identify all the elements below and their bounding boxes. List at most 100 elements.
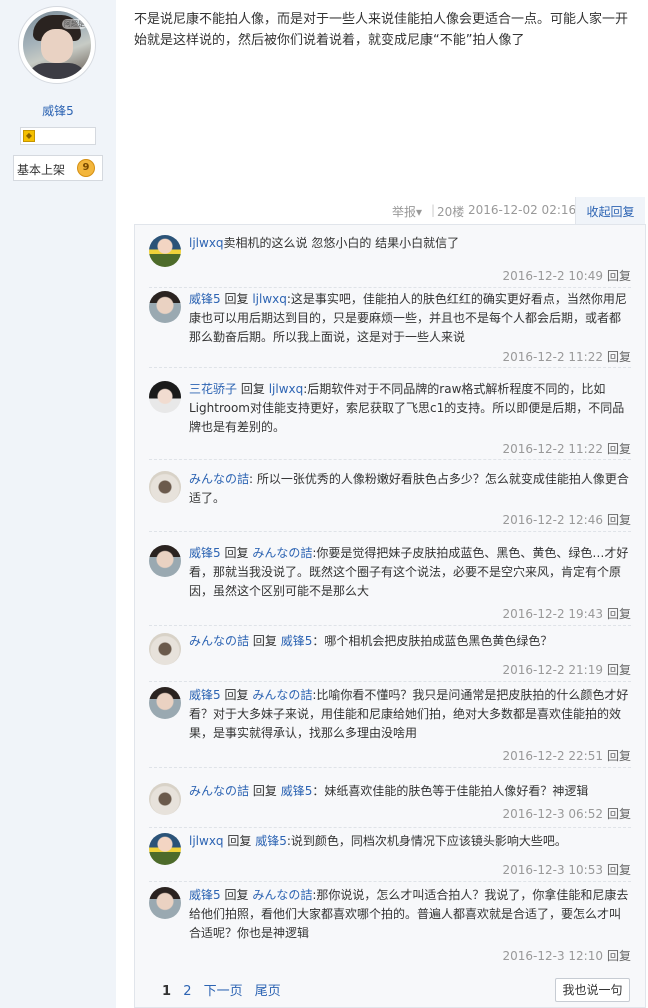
author-avatar[interactable]: 阿超是 (18, 6, 96, 84)
comment-item: 威锋5 回复 みんなの詰:你要是觉得把妹子皮肤拍成蓝色、黑色、黄色、绿色…才好看… (149, 545, 631, 626)
comment-body: 威锋5 回复 みんなの詰:你要是觉得把妹子皮肤拍成蓝色、黑色、黄色、绿色…才好看… (189, 544, 631, 601)
comment-meta: 2016-12-3 12:10 回复 (502, 947, 631, 964)
reply-button[interactable]: 回复 (607, 663, 631, 677)
reply-button[interactable]: 回复 (607, 807, 631, 821)
comment-item: 威锋5 回复 ljlwxq:这是事实吧，佳能拍人的肤色红红的确实更好看点，当然你… (149, 291, 631, 368)
author-name[interactable]: 威锋5 (0, 102, 116, 119)
comment-avatar[interactable] (149, 291, 181, 323)
comment-body: ljlwxq卖相机的这么说 忽悠小白的 结果小白就信了 (189, 234, 631, 253)
comment-avatar[interactable] (149, 545, 181, 577)
comment-meta: 2016-12-2 19:43 回复 (502, 605, 631, 622)
reply-prefix: 回复 (224, 888, 249, 902)
post-date: 2016-12-02 02:16 (468, 203, 577, 217)
comment-body: 三花骄子 回复 ljlwxq:后期软件对于不同品牌的raw格式解析程度不同的，比… (189, 380, 631, 437)
collapse-reply-button[interactable]: 收起回复 (575, 197, 645, 225)
last-page-link[interactable]: 尾页 (255, 984, 281, 999)
reply-prefix: 回复 (224, 546, 249, 560)
comment-item: 威锋5 回复 みんなの詰:比喻你看不懂吗？我只是问通常是把皮肤拍的什么颜色才好看… (149, 687, 631, 768)
comment-avatar[interactable] (149, 687, 181, 719)
comment-time: 2016-12-2 12:46 (502, 513, 603, 527)
comment-user[interactable]: 三花骄子 (189, 382, 237, 396)
floor-number: 20楼 (437, 205, 465, 219)
comment-avatar[interactable] (149, 783, 181, 815)
rank-badge[interactable]: 基本上架 9 (13, 155, 103, 181)
reply-prefix: 回复 (252, 634, 277, 648)
comment-meta: 2016-12-2 22:51 回复 (502, 747, 631, 764)
reply-button[interactable]: 回复 (607, 442, 631, 456)
reply-button[interactable]: 回复 (607, 863, 631, 877)
comment-time: 2016-12-2 11:22 (502, 350, 603, 364)
comment-avatar[interactable] (149, 381, 181, 413)
reply-button[interactable]: 回复 (607, 513, 631, 527)
reply-button[interactable]: 回复 (607, 607, 631, 621)
reply-prefix: 回复 (224, 292, 249, 306)
comment-avatar[interactable] (149, 471, 181, 503)
comment-item: ljlwxq卖相机的这么说 忽悠小白的 结果小白就信了 2016-12-2 10:… (149, 235, 631, 288)
comment-avatar[interactable] (149, 887, 181, 919)
comment-user[interactable]: 威锋5 (189, 888, 221, 902)
comment-user[interactable]: ljlwxq (189, 834, 224, 848)
comment-body: みんなの詰 回复 威锋5：妹纸喜欢佳能的肤色等于佳能拍人像好看？神逻辑 (189, 782, 631, 801)
next-page-link[interactable]: 下一页 (204, 984, 243, 999)
comment-time: 2016-12-2 21:19 (502, 663, 603, 677)
reply-to-user[interactable]: 威锋5 (255, 834, 287, 848)
comment-time: 2016-12-2 10:49 (502, 269, 603, 283)
comment-user[interactable]: 威锋5 (189, 292, 221, 306)
post-content: 不是说尼康不能拍人像，而是对于一些人来说佳能拍人像会更适合一点。可能人家一开始就… (134, 12, 629, 48)
comment-user[interactable]: 威锋5 (189, 546, 221, 560)
reply-to-user[interactable]: みんなの詰 (252, 888, 312, 902)
comment-body: 威锋5 回复 ljlwxq:这是事实吧，佳能拍人的肤色红红的确实更好看点，当然你… (189, 290, 631, 347)
post-tail: 举报▾ | 20楼 2016-12-02 02:16 收起回复 (0, 197, 648, 225)
reply-to-user[interactable]: 威锋5 (281, 634, 313, 648)
reply-button[interactable]: 回复 (607, 350, 631, 364)
reply-to-user[interactable]: みんなの詰 (252, 546, 312, 560)
author-sidebar: 阿超是 威锋5 ◆ 基本上架 9 (0, 0, 116, 1008)
reply-prefix: 回复 (240, 382, 265, 396)
report-link[interactable]: 举报▾ (392, 203, 422, 220)
comment-avatar[interactable] (149, 633, 181, 665)
comment-text: 卖相机的这么说 忽悠小白的 结果小白就信了 (223, 236, 460, 250)
reply-prefix: 回复 (252, 784, 277, 798)
page-2-link[interactable]: 2 (183, 984, 191, 999)
comment-text: : 所以一张优秀的人像粉嫩好看肤色占多少？怎么就变成佳能拍人像更合适了。 (189, 472, 629, 505)
comment-item: みんなの詰 回复 威锋5：哪个相机会把皮肤拍成蓝色黑色黄色绿色？ 2016-12-… (149, 633, 631, 682)
comment-meta: 2016-12-2 11:22 回复 (502, 440, 631, 457)
reply-to-user[interactable]: みんなの詰 (252, 688, 312, 702)
comment-user[interactable]: みんなの詰 (189, 472, 249, 486)
reply-button[interactable]: 回复 (607, 749, 631, 763)
rank-label: 基本上架 (17, 163, 66, 177)
reply-button[interactable]: 回复 (607, 269, 631, 283)
say-something-button[interactable]: 我也说一句 (555, 978, 630, 1002)
comment-meta: 2016-12-3 10:53 回复 (502, 861, 631, 878)
comment-user[interactable]: みんなの詰 (189, 784, 249, 798)
reply-to-user[interactable]: ljlwxq (269, 382, 304, 396)
comment-time: 2016-12-2 11:22 (502, 442, 603, 456)
reply-to-user[interactable]: 威锋5 (281, 784, 313, 798)
comment-user[interactable]: 威锋5 (189, 688, 221, 702)
level-badge[interactable]: ◆ (20, 127, 96, 145)
comment-item: みんなの詰: 所以一张优秀的人像粉嫩好看肤色占多少？怎么就变成佳能拍人像更合适了… (149, 471, 631, 532)
comment-time: 2016-12-3 06:52 (502, 807, 603, 821)
comment-avatar[interactable] (149, 235, 181, 267)
pagination: 1 2 下一页 尾页 (162, 980, 281, 999)
comment-text: ：哪个相机会把皮肤拍成蓝色黑色黄色绿色？ (312, 634, 553, 648)
reply-prefix: 回复 (224, 688, 249, 702)
comment-meta: 2016-12-2 21:19 回复 (502, 661, 631, 678)
avatar-tag: 阿超是 (62, 19, 87, 29)
comment-text: :说到颜色，同档次机身情况下应该镜头影响大些吧。 (286, 834, 567, 848)
divider: | (431, 203, 436, 217)
comment-user[interactable]: ljlwxq (189, 236, 224, 250)
reply-prefix: 回复 (227, 834, 252, 848)
comment-item: 威锋5 回复 みんなの詰:那你说说，怎么才叫适合拍人？我说了，你拿佳能和尼康去给… (149, 887, 631, 967)
avatar-image: 阿超是 (23, 11, 91, 79)
level-icon: ◆ (23, 130, 35, 142)
comment-time: 2016-12-3 12:10 (502, 949, 603, 963)
comment-meta: 2016-12-2 10:49 回复 (502, 267, 631, 284)
comment-item: 三花骄子 回复 ljlwxq:后期软件对于不同品牌的raw格式解析程度不同的，比… (149, 381, 631, 460)
reply-to-user[interactable]: ljlwxq (252, 292, 287, 306)
comment-item: みんなの詰 回复 威锋5：妹纸喜欢佳能的肤色等于佳能拍人像好看？神逻辑 2016-… (149, 783, 631, 828)
comment-avatar[interactable] (149, 833, 181, 865)
reply-button[interactable]: 回复 (607, 949, 631, 963)
page-current: 1 (162, 984, 172, 999)
comment-user[interactable]: みんなの詰 (189, 634, 249, 648)
